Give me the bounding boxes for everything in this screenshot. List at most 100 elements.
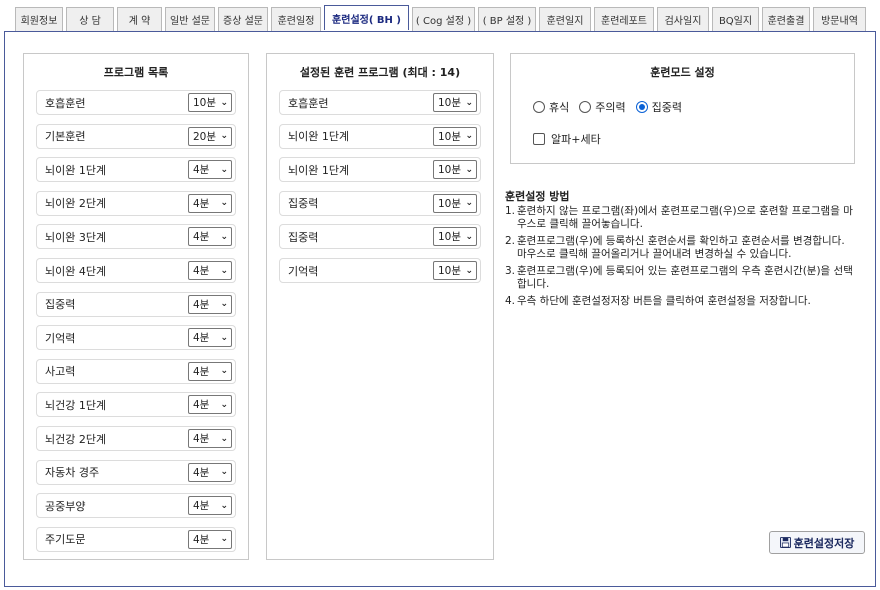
tab-3[interactable]: 계 약 — [117, 7, 162, 31]
duration-select[interactable]: 10분 ⌄ — [433, 227, 477, 247]
mode-panel: 훈련모드 설정 휴식 주의력 집중력 알파+세타 — [510, 53, 855, 164]
configured-list-title: 설정된 훈련 프로그램 (최대 : 14) — [299, 66, 461, 79]
duration-select[interactable]: 4분 ⌄ — [188, 429, 232, 448]
duration-select[interactable]: 10분 ⌄ — [433, 261, 477, 280]
program-label: 뇌이완 1단계 — [45, 163, 107, 177]
configured-row[interactable]: 집중력 10분 ⌄ — [279, 224, 481, 250]
configured-row[interactable]: 뇌이완 1단계 10분 ⌄ — [279, 157, 481, 183]
help-step-number: 3. — [505, 265, 516, 277]
program-list-title: 프로그램 목록 — [103, 66, 169, 79]
program-row[interactable]: 뇌건강 2단계 4분 ⌄ — [36, 426, 236, 451]
tab-11[interactable]: 훈련레포트 — [594, 7, 654, 31]
help-step: 1. 훈련하지 않는 프로그램(좌)에서 훈련프로그램(우)으로 훈련할 프로그램… — [505, 205, 855, 231]
duration-value: 4분 — [193, 399, 210, 412]
tab-5[interactable]: 증상 설문 — [218, 7, 268, 31]
program-row[interactable]: 기억력 4분 ⌄ — [36, 325, 236, 351]
duration-select[interactable]: 4분 ⌄ — [188, 395, 232, 415]
program-row[interactable]: 뇌건강 1단계 4분 ⌄ — [36, 392, 236, 418]
help-step-text: 우측 하단에 훈련설정저장 버튼을 클릭하여 훈련설정을 저장합니다. — [517, 295, 811, 307]
program-label: 기억력 — [45, 331, 76, 345]
configured-row[interactable]: 집중력 10분 ⌄ — [279, 190, 481, 216]
tab-10[interactable]: 훈련일지 — [539, 7, 591, 31]
duration-value: 4분 — [193, 298, 210, 311]
tab-2[interactable]: 상 담 — [66, 7, 114, 31]
duration-select[interactable]: 10분 ⌄ — [433, 93, 477, 112]
tab-bar: 회원정보 상 담계 약 일반 설문 증상 설문 훈련일정 훈련설정( BH )( Cog … — [15, 5, 866, 31]
duration-select[interactable]: 4분 ⌄ — [188, 294, 232, 314]
program-row[interactable]: 자동차 경주 4분 ⌄ — [36, 459, 236, 485]
program-row[interactable]: 사고력 4분 ⌄ — [36, 358, 236, 384]
program-row[interactable]: 집중력 4분 ⌄ — [36, 291, 236, 317]
alpha-theta-option[interactable]: 알파+세타 — [533, 131, 601, 147]
tab-9[interactable]: ( BP 설정 ) — [478, 7, 536, 31]
program-label: 호흡훈련 — [45, 96, 86, 110]
help-step-text: 훈련하지 않는 프로그램(좌)에서 훈련프로그램(우)으로 훈련할 프로그램을 … — [517, 205, 853, 230]
duration-value: 4분 — [193, 533, 210, 546]
radio-button[interactable] — [533, 101, 545, 113]
mode-option[interactable]: 주의력 — [579, 99, 626, 115]
tab-13[interactable]: BQ일지 — [712, 7, 759, 31]
chevron-down-icon: ⌄ — [220, 433, 228, 444]
chevron-down-icon: ⌄ — [220, 198, 228, 209]
mode-title: 훈련모드 설정 — [650, 66, 715, 79]
duration-select[interactable]: 4분 ⌄ — [188, 160, 232, 180]
program-row[interactable]: 뇌이완 3단계 4분 ⌄ — [36, 224, 236, 250]
mode-option[interactable]: 휴식 — [533, 99, 569, 115]
tab-12[interactable]: 검사일지 — [657, 7, 709, 31]
duration-select[interactable]: 10분 ⌄ — [433, 193, 477, 213]
radio-button[interactable] — [579, 101, 592, 113]
duration-select[interactable]: 10분 ⌄ — [188, 93, 232, 112]
program-row[interactable]: 공중부양 4분 ⌄ — [36, 493, 236, 519]
duration-value: 4분 — [193, 332, 210, 345]
duration-select[interactable]: 4분 ⌄ — [188, 227, 232, 247]
program-row[interactable]: 뇌이완 1단계 4분 ⌄ — [36, 157, 236, 183]
duration-select[interactable]: 10분 ⌄ — [433, 160, 477, 180]
duration-select[interactable]: 4분 ⌄ — [188, 361, 232, 381]
duration-select[interactable]: 4분 ⌄ — [188, 496, 232, 516]
tab-4[interactable]: 일반 설문 — [165, 7, 215, 31]
help-step-number: 2. — [505, 235, 516, 247]
configured-row[interactable]: 뇌이완 1단계 10분 ⌄ — [279, 123, 481, 149]
save-icon — [779, 537, 791, 548]
chevron-down-icon: ⌄ — [465, 131, 473, 142]
program-row[interactable]: 기본훈련 20분 ⌄ — [36, 123, 236, 149]
duration-select[interactable]: 20분 ⌄ — [188, 126, 232, 146]
program-row[interactable]: 주기도문 4분 ⌄ — [36, 526, 236, 552]
tab-6[interactable]: 훈련일정 — [271, 7, 321, 31]
duration-value: 4분 — [193, 466, 210, 479]
configured-label: 뇌이완 1단계 — [288, 163, 350, 177]
save-settings-button[interactable]: 훈련설정저장 — [769, 531, 865, 554]
duration-select[interactable]: 4분 ⌄ — [188, 193, 232, 213]
help-title: 훈련설정 방법 — [505, 190, 570, 203]
duration-value: 4분 — [193, 164, 210, 177]
chevron-down-icon: ⌄ — [465, 198, 473, 209]
program-label: 뇌이완 3단계 — [45, 230, 107, 244]
duration-select[interactable]: 4분 ⌄ — [188, 261, 232, 280]
alpha-theta-checkbox[interactable] — [533, 133, 545, 145]
program-label: 공중부양 — [45, 499, 86, 513]
chevron-down-icon: ⌄ — [465, 265, 473, 276]
tab-1[interactable]: 회원정보 — [15, 7, 63, 31]
mode-option[interactable]: 집중력 — [635, 99, 682, 115]
radio-button[interactable] — [635, 101, 648, 113]
configured-row[interactable]: 호흡훈련 10분 ⌄ — [279, 90, 481, 115]
program-row[interactable]: 호흡훈련 10분 ⌄ — [36, 90, 236, 115]
program-row[interactable]: 뇌이완 2단계 4분 ⌄ — [36, 190, 236, 216]
duration-select[interactable]: 4분 ⌄ — [188, 328, 232, 348]
program-row[interactable]: 뇌이완 4단계 4분 ⌄ — [36, 258, 236, 283]
duration-select[interactable]: 4분 ⌄ — [188, 529, 232, 549]
help-step: 2. 훈련프로그램(우)에 등록하신 훈련순서를 확인하고 훈련순서를 변경합니다… — [505, 235, 855, 261]
program-label: 사고력 — [45, 365, 76, 379]
program-label: 뇌건강 1단계 — [45, 398, 107, 412]
chevron-down-icon: ⌄ — [220, 366, 228, 377]
tab-8[interactable]: ( Cog 설정 ) — [412, 7, 475, 31]
duration-select[interactable]: 4분 ⌄ — [188, 462, 232, 482]
program-label: 주기도문 — [45, 533, 86, 547]
chevron-down-icon: ⌄ — [220, 164, 228, 175]
tab-14[interactable]: 훈련출결 — [762, 7, 810, 31]
tab-15[interactable]: 방문내역 — [813, 7, 866, 31]
tab-7[interactable]: 훈련설정( BH ) — [324, 5, 409, 30]
configured-label: 호흡훈련 — [288, 96, 329, 110]
configured-row[interactable]: 기억력 10분 ⌄ — [279, 258, 481, 283]
duration-select[interactable]: 10분 ⌄ — [433, 126, 477, 146]
